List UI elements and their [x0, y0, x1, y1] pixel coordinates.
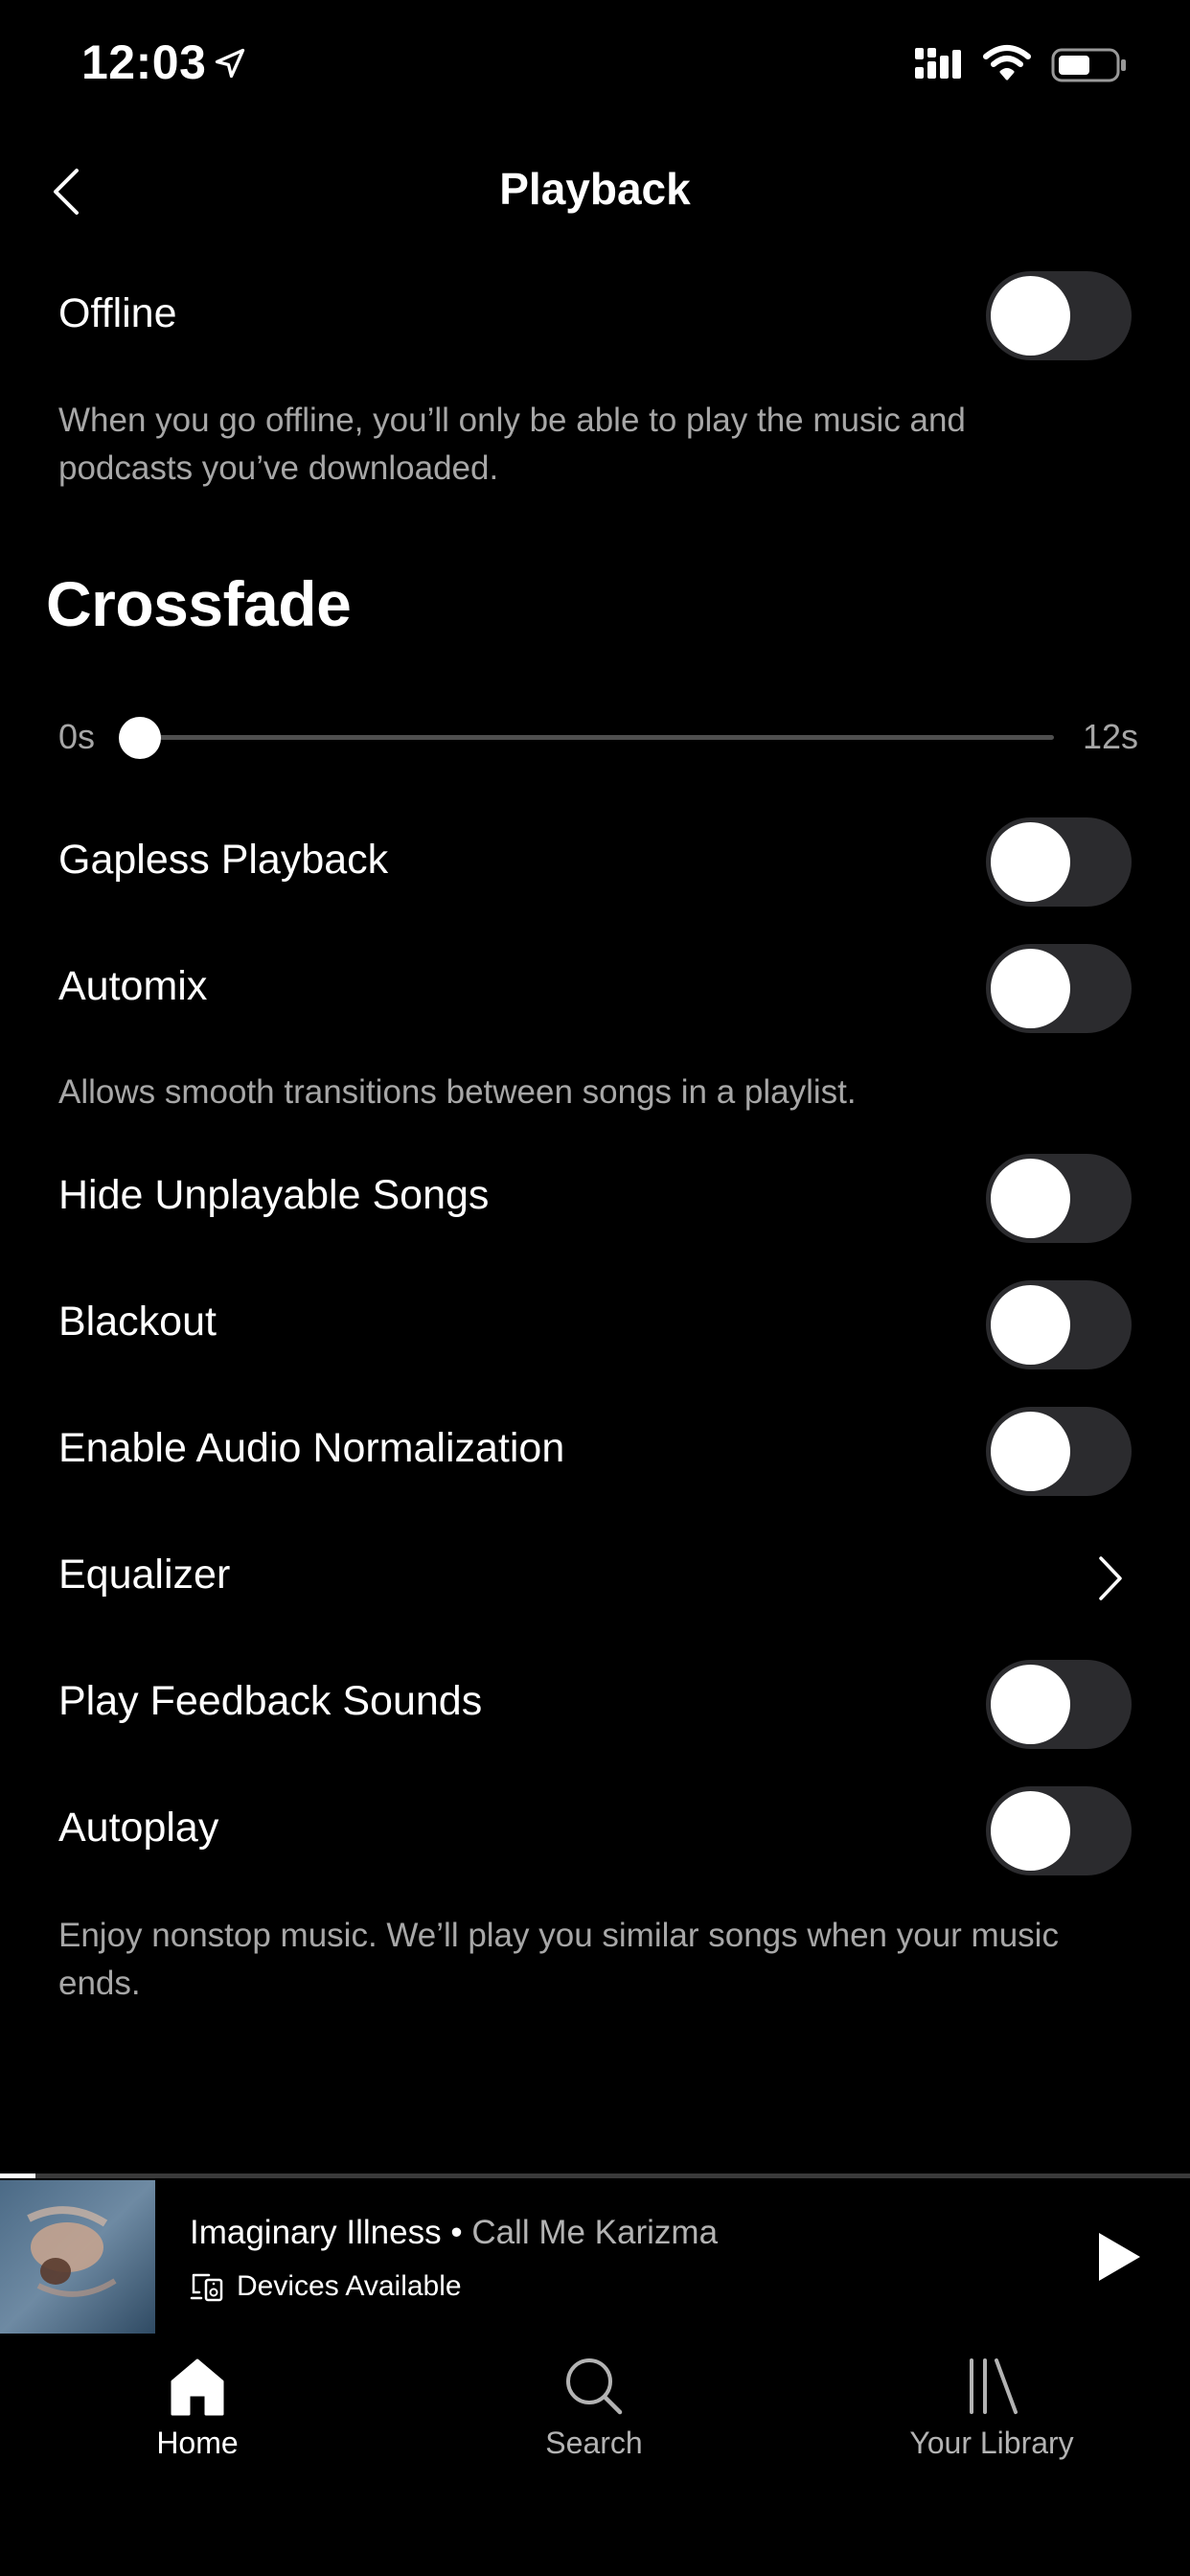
devices-available-label[interactable]: Devices Available [237, 2270, 462, 2303]
toggle-knob [991, 1285, 1070, 1365]
toggle-knob [991, 1159, 1070, 1238]
offline-toggle[interactable] [986, 271, 1132, 360]
devices-icon[interactable] [190, 2271, 224, 2302]
blackout-toggle[interactable] [986, 1280, 1132, 1369]
chevron-right-icon[interactable] [1095, 1554, 1126, 1602]
gapless-playback-label: Gapless Playback [58, 837, 389, 883]
tab-search[interactable]: Search [450, 2353, 738, 2461]
page-title: Playback [499, 164, 691, 214]
track-name: Imaginary Illness [190, 2214, 442, 2251]
mini-player[interactable] [0, 2178, 1190, 2334]
crossfade-heading: Crossfade [46, 568, 352, 639]
cellular-signal-icon [915, 48, 961, 79]
album-art[interactable] [0, 2180, 155, 2334]
toggle-knob [991, 1412, 1070, 1491]
tab-library-label: Your Library [909, 2426, 1074, 2460]
wifi-icon [983, 45, 1031, 80]
automix-description: Allows smooth transitions between songs … [58, 1073, 857, 1111]
playback-progress-track [0, 2174, 1190, 2178]
track-artist: Call Me Karizma [471, 2214, 719, 2251]
crossfade-max-label: 12s [1083, 717, 1139, 756]
hide-unplayable-label: Hide Unplayable Songs [58, 1172, 490, 1218]
audio-normalization-toggle[interactable] [986, 1407, 1132, 1496]
now-playing-title[interactable]: Imaginary Illness • Call Me Karizma [190, 2214, 718, 2252]
gapless-playback-toggle[interactable] [986, 817, 1132, 907]
automix-label: Automix [58, 963, 208, 1009]
status-time: 12:03 [81, 35, 207, 89]
blackout-label: Blackout [58, 1299, 217, 1345]
tab-library[interactable]: Your Library [848, 2353, 1135, 2461]
crossfade-slider-thumb[interactable] [119, 717, 161, 759]
autoplay-description: Enjoy nonstop music. We’ll play you simi… [58, 1917, 1059, 2002]
play-icon[interactable] [1095, 2230, 1143, 2284]
offline-label: Offline [58, 290, 177, 336]
search-icon [566, 2358, 623, 2415]
hide-unplayable-toggle[interactable] [986, 1154, 1132, 1243]
feedback-sounds-label: Play Feedback Sounds [58, 1678, 483, 1724]
tab-search-label: Search [545, 2426, 643, 2460]
track-separator: • [441, 2214, 472, 2251]
location-arrow-icon [215, 48, 245, 79]
audio-normalization-label: Enable Audio Normalization [58, 1425, 565, 1471]
toggle-knob [991, 822, 1070, 902]
crossfade-slider-track[interactable] [139, 735, 1054, 740]
equalizer-label[interactable]: Equalizer [58, 1552, 230, 1598]
toggle-knob [991, 1791, 1070, 1871]
feedback-sounds-toggle[interactable] [986, 1660, 1132, 1749]
autoplay-label: Autoplay [58, 1805, 219, 1851]
battery-icon [1051, 48, 1126, 82]
toggle-knob [991, 1665, 1070, 1744]
tab-home-label: Home [156, 2426, 239, 2460]
playback-progress-fill [0, 2174, 35, 2178]
automix-toggle[interactable] [986, 944, 1132, 1033]
toggle-knob [991, 949, 1070, 1028]
tab-home[interactable]: Home [54, 2353, 341, 2461]
offline-description: When you go offline, you’ll only be able… [58, 402, 966, 487]
autoplay-toggle[interactable] [986, 1786, 1132, 1875]
crossfade-min-label: 0s [58, 717, 96, 756]
library-icon [970, 2358, 1018, 2414]
home-icon [171, 2358, 224, 2416]
toggle-knob [991, 276, 1070, 356]
